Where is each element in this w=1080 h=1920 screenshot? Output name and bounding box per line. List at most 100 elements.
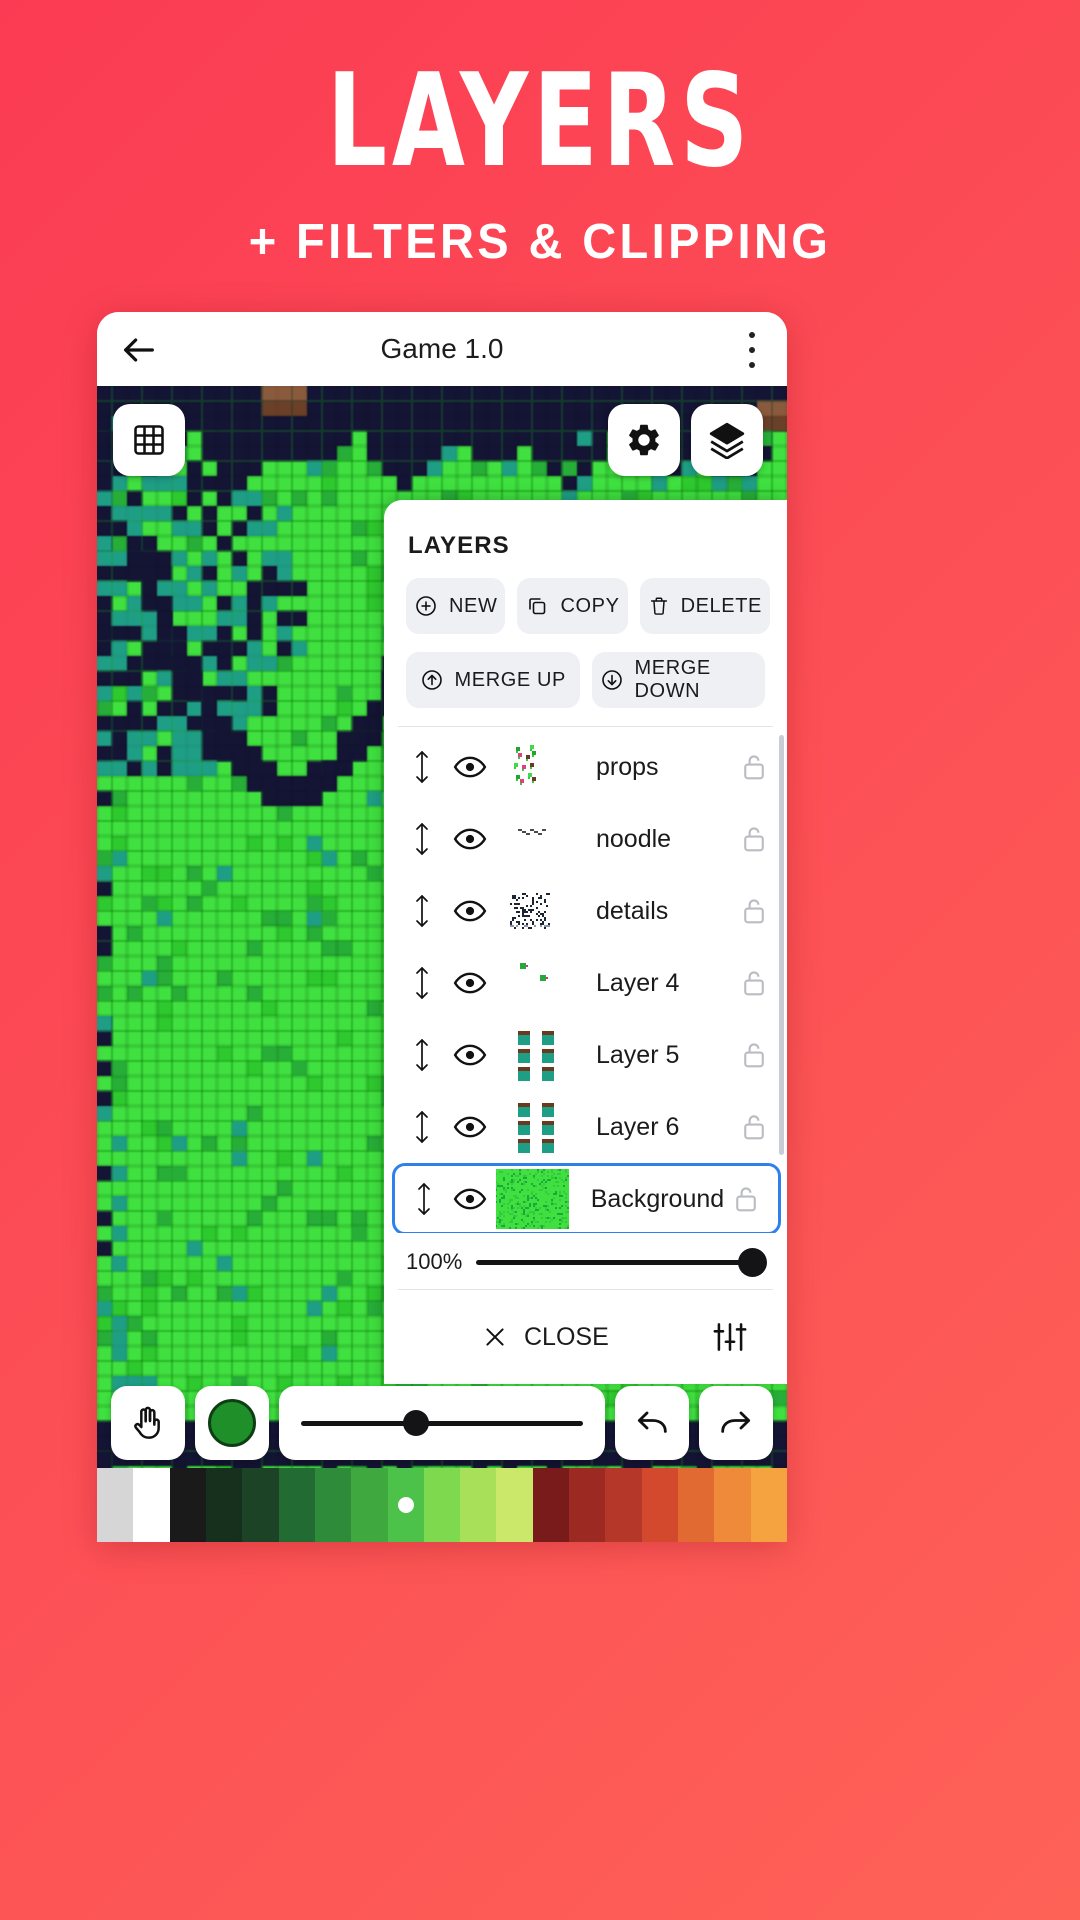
delete-layer-button[interactable]: DELETE xyxy=(639,578,770,634)
palette-swatch[interactable] xyxy=(387,1468,424,1542)
palette-swatch[interactable] xyxy=(205,1468,243,1542)
layer-row[interactable]: details xyxy=(384,875,787,947)
layer-lock-icon[interactable] xyxy=(731,752,777,782)
color-picker-button[interactable] xyxy=(195,1386,269,1460)
color-palette[interactable] xyxy=(97,1468,787,1542)
palette-swatch[interactable] xyxy=(278,1468,315,1542)
layer-lock-icon[interactable] xyxy=(724,1184,768,1214)
palette-swatch[interactable] xyxy=(641,1468,678,1542)
brush-size-track[interactable] xyxy=(301,1409,583,1436)
palette-swatch[interactable] xyxy=(532,1468,570,1542)
palette-swatch[interactable] xyxy=(97,1468,134,1542)
palette-swatch[interactable] xyxy=(460,1468,497,1542)
redo-button[interactable] xyxy=(699,1386,773,1460)
palette-swatch[interactable] xyxy=(169,1468,206,1542)
opacity-slider-track[interactable] xyxy=(476,1247,767,1277)
copy-layer-button[interactable]: COPY xyxy=(517,578,628,634)
layer-row[interactable]: Layer 4 xyxy=(384,947,787,1019)
opacity-value-label: 100% xyxy=(406,1249,463,1274)
layer-name-label: noodle xyxy=(596,824,672,853)
layer-lock-icon[interactable] xyxy=(731,824,777,854)
layer-drag-handle-icon[interactable] xyxy=(402,892,442,930)
grid-icon[interactable] xyxy=(113,404,185,476)
delete-layer-label: DELETE xyxy=(680,594,762,617)
palette-swatch[interactable] xyxy=(750,1468,787,1542)
brush-size-slider[interactable] xyxy=(279,1386,605,1460)
layer-drag-handle-icon[interactable] xyxy=(402,964,442,1002)
layer-drag-handle-icon[interactable] xyxy=(402,1036,442,1074)
opacity-slider-row[interactable]: 100% xyxy=(384,1233,787,1289)
copy-layer-label: COPY xyxy=(560,594,620,617)
undo-button[interactable] xyxy=(615,1386,689,1460)
layer-name-label: Layer 5 xyxy=(596,1040,680,1069)
gear-icon[interactable] xyxy=(608,404,680,476)
layer-visibility-eye-icon[interactable] xyxy=(442,754,498,780)
palette-swatch[interactable] xyxy=(423,1468,461,1542)
layer-visibility-eye-icon[interactable] xyxy=(442,1114,498,1140)
close-x-icon xyxy=(486,1328,504,1346)
layer-drag-handle-icon[interactable] xyxy=(402,1108,442,1146)
layer-visibility-eye-icon[interactable] xyxy=(442,898,498,924)
close-button-label: CLOSE xyxy=(524,1322,609,1351)
layer-lock-icon[interactable] xyxy=(731,1040,777,1070)
palette-swatch[interactable] xyxy=(678,1468,715,1542)
sliders-icon[interactable] xyxy=(711,1318,749,1361)
layer-thumbnail xyxy=(498,737,574,797)
merge-down-label: MERGE DOWN xyxy=(634,657,711,702)
layer-lock-icon[interactable] xyxy=(731,968,777,998)
hand-tool-button[interactable] xyxy=(111,1386,185,1460)
pixel-canvas[interactable]: LAYERS NEW COPY DELETE MERGE UP MERGE DO… xyxy=(97,386,787,1542)
layer-drag-handle-icon[interactable] xyxy=(402,820,442,858)
bottom-toolbar xyxy=(97,1380,787,1466)
layer-list[interactable]: props noodle details Layer 4 Layer 5 Lay… xyxy=(384,727,787,1233)
promo-header: LAYERS + FILTERS & CLIPPING xyxy=(0,0,1080,270)
layer-thumbnail xyxy=(496,1169,569,1229)
redo-arrow-icon xyxy=(721,1411,751,1433)
promo-subtitle: + FILTERS & CLIPPING xyxy=(248,215,832,269)
layer-row[interactable]: props xyxy=(384,731,787,803)
merge-down-button[interactable]: MERGE DOWN xyxy=(591,652,765,708)
layer-name-label: Background xyxy=(590,1184,725,1213)
layer-visibility-eye-icon[interactable] xyxy=(443,1186,496,1212)
new-layer-label: NEW xyxy=(449,594,498,617)
close-button[interactable]: CLOSE xyxy=(482,1323,609,1352)
opacity-slider-knob[interactable] xyxy=(738,1247,767,1277)
new-layer-button[interactable]: NEW xyxy=(406,578,506,634)
layer-thumbnail xyxy=(498,809,574,869)
layer-thumbnail xyxy=(498,953,574,1013)
palette-swatch[interactable] xyxy=(242,1468,279,1542)
undo-arrow-icon xyxy=(637,1411,667,1433)
layer-lock-icon[interactable] xyxy=(731,896,777,926)
layer-row[interactable]: Background xyxy=(392,1163,781,1233)
palette-swatch[interactable] xyxy=(569,1468,606,1542)
palette-swatch[interactable] xyxy=(133,1468,170,1542)
merge-up-button[interactable]: MERGE UP xyxy=(406,652,580,708)
layer-row[interactable]: Layer 6 xyxy=(384,1091,787,1163)
layer-thumbnail xyxy=(498,1025,574,1085)
layer-visibility-eye-icon[interactable] xyxy=(442,970,498,996)
palette-swatch[interactable] xyxy=(351,1468,388,1542)
merge-up-label: MERGE UP xyxy=(454,668,566,691)
layers-stack-icon[interactable] xyxy=(691,404,763,476)
hand-icon xyxy=(134,1406,160,1439)
palette-swatch[interactable] xyxy=(496,1468,533,1542)
kebab-menu-icon[interactable] xyxy=(749,332,757,368)
layer-drag-handle-icon[interactable] xyxy=(402,748,442,786)
palette-swatch[interactable] xyxy=(714,1468,751,1542)
layer-visibility-eye-icon[interactable] xyxy=(442,1042,498,1068)
layer-row[interactable]: noodle xyxy=(384,803,787,875)
layer-name-label: Layer 6 xyxy=(596,1112,680,1141)
page-title: Game 1.0 xyxy=(380,333,504,364)
layer-visibility-eye-icon[interactable] xyxy=(442,826,498,852)
current-color-swatch[interactable] xyxy=(208,1399,256,1447)
layer-name-label: details xyxy=(596,896,669,925)
layer-lock-icon[interactable] xyxy=(731,1112,777,1142)
layer-row[interactable]: Layer 5 xyxy=(384,1019,787,1091)
brush-size-knob[interactable] xyxy=(402,1409,429,1436)
layer-actions-row: NEW COPY DELETE xyxy=(384,560,787,634)
palette-swatch[interactable] xyxy=(605,1468,642,1542)
palette-swatch[interactable] xyxy=(314,1468,352,1542)
phone-mockup: Game 1.0 LAYERS NEW COPY DELETE MERGE UP… xyxy=(97,312,787,1542)
layer-name-label: Layer 4 xyxy=(596,968,680,997)
layer-drag-handle-icon[interactable] xyxy=(405,1180,443,1218)
